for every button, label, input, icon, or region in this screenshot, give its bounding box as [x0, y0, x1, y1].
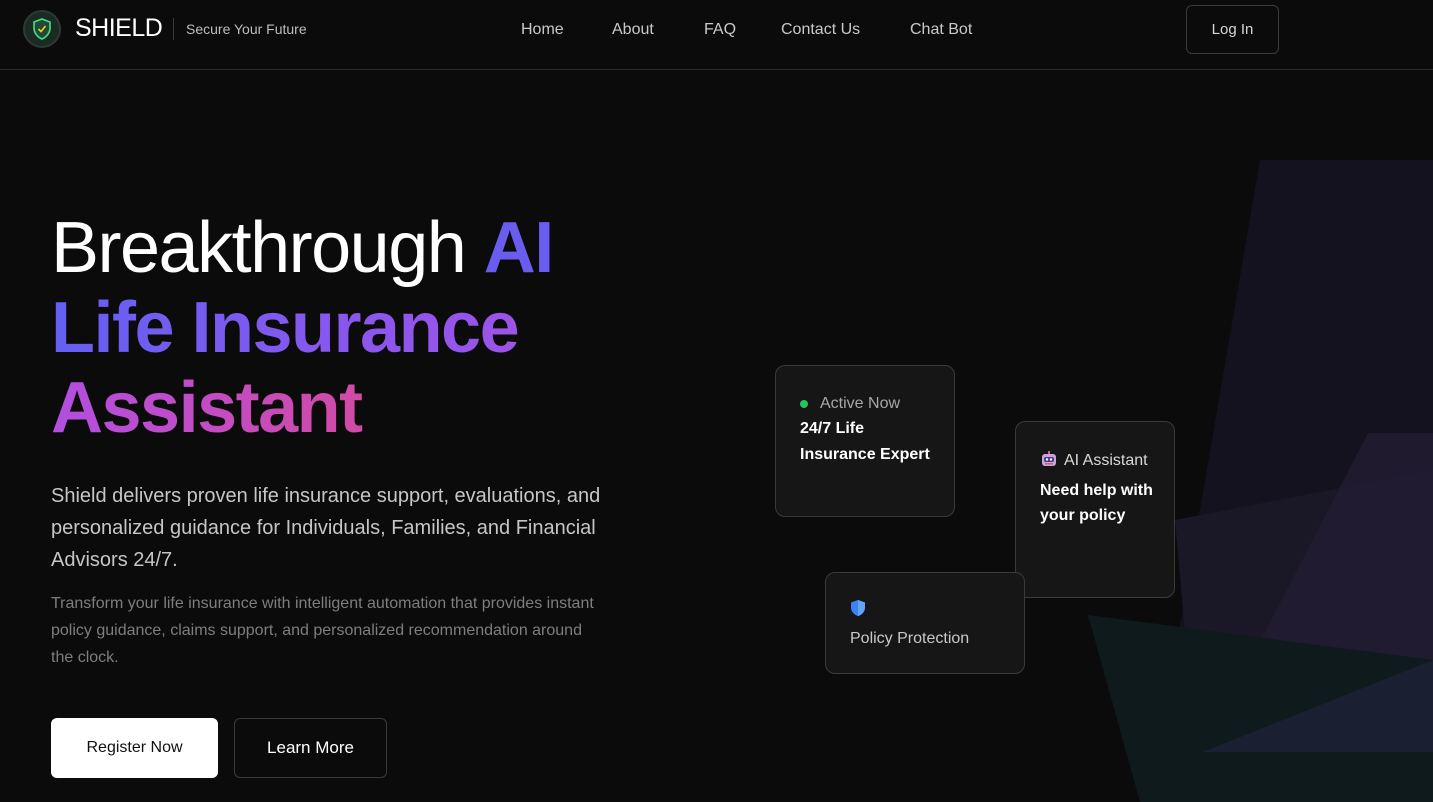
ai-assistant-label: AI Assistant	[1064, 452, 1148, 469]
policy-protection-card: Policy Protection	[825, 572, 1025, 674]
nav-home[interactable]: Home	[521, 21, 564, 39]
learn-more-button[interactable]: Learn More	[234, 718, 387, 778]
ai-assistant-title: Need help with your policy	[1040, 481, 1153, 525]
status-row: Active Now	[800, 393, 934, 415]
hero-title-breakthrough: Breakthrough	[51, 208, 484, 288]
shield-icon	[850, 599, 1004, 622]
brand-name[interactable]: SHIELD	[75, 14, 163, 43]
status-text: Active Now	[820, 395, 901, 412]
nav-faq[interactable]: FAQ	[704, 21, 736, 39]
hero-title-line2: Life Insurance	[51, 288, 553, 368]
register-now-button[interactable]: Register Now	[51, 718, 218, 778]
hero-title-ai: AI	[483, 208, 555, 288]
status-dot-icon	[800, 400, 808, 408]
policy-protection-label: Policy Protection	[850, 630, 970, 647]
shield-logo-icon[interactable]	[23, 10, 61, 48]
active-now-card: Active Now 24/7 Life Insurance Expert	[775, 365, 955, 517]
nav-contact-us[interactable]: Contact Us	[781, 21, 860, 39]
hero-title: Breakthrough AI Life Insurance Assistant	[51, 208, 555, 448]
expert-title: 24/7 Life Insurance Expert	[800, 420, 930, 463]
hero-title-line1: Breakthrough AI	[51, 208, 555, 288]
ai-assistant-card: AI Assistant Need help with your policy	[1015, 421, 1175, 598]
robot-icon	[1040, 450, 1058, 477]
nav-about[interactable]: About	[612, 21, 654, 39]
nav-chat-bot[interactable]: Chat Bot	[910, 21, 972, 39]
hero-sub-text: Transform your life insurance with intel…	[51, 595, 594, 666]
tagline-divider	[173, 18, 174, 40]
brand-tagline: Secure Your Future	[186, 21, 307, 37]
site-header: SHIELD Secure Your Future Home About FAQ…	[0, 0, 1433, 70]
hero-title-line3: Assistant	[51, 368, 553, 448]
login-button[interactable]: Log In	[1186, 5, 1279, 54]
ai-assistant-heading: AI Assistant	[1040, 448, 1154, 477]
hero-lead-text: Shield delivers proven life insurance su…	[51, 485, 601, 571]
